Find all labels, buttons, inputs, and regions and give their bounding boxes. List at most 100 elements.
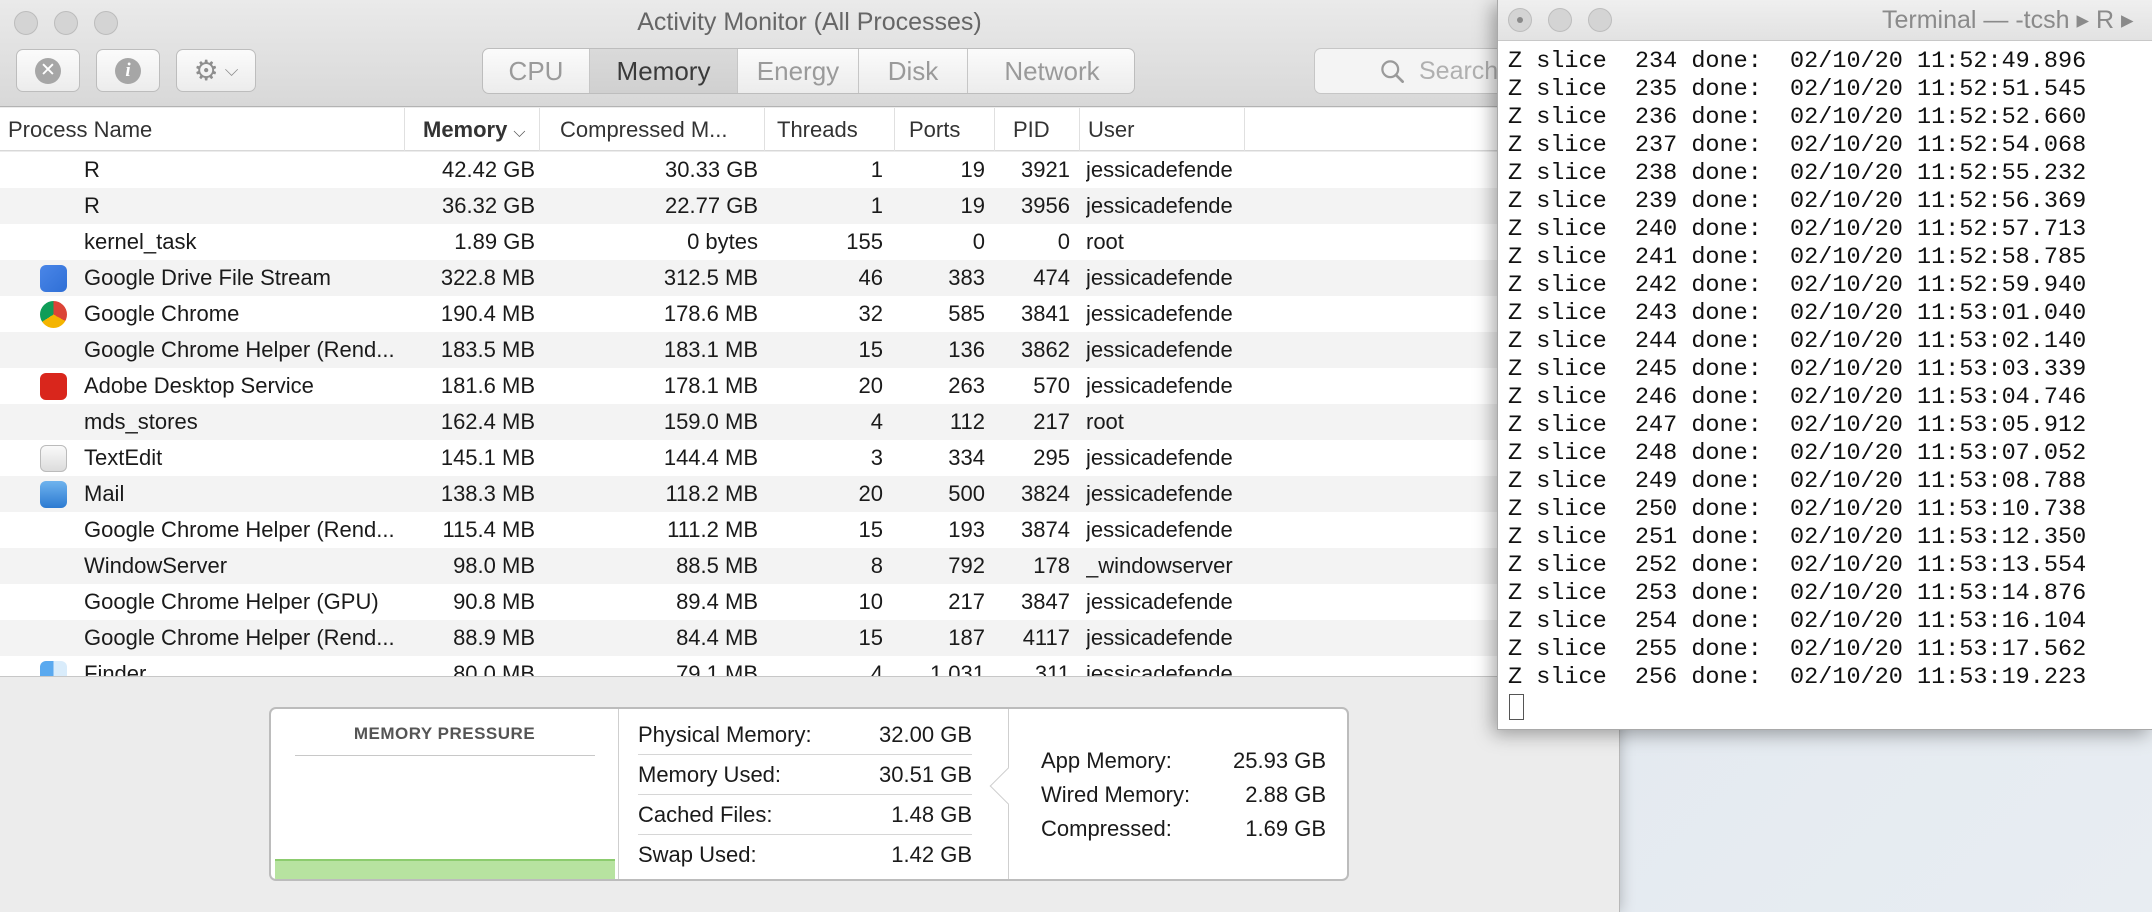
cell-user: jessicadefende [1086,589,1233,614]
adobe-creative-cloud-icon [40,373,67,400]
cell-process-name: Mail [84,481,125,506]
tab-memory[interactable]: Memory [590,49,738,93]
cell-ports: 19 [960,193,985,218]
cell-process-name: TextEdit [84,445,163,470]
cell-compressed-memory: 111.2 MB [667,517,758,542]
stat-memory-used: Memory Used: 30.51 GB [638,755,972,795]
tab-energy[interactable]: Energy [738,49,859,93]
column-header-memory[interactable]: Memory ⌵ [405,108,540,151]
stat-app-memory: App Memory: 25.93 GB [1041,748,1326,773]
column-header-ports[interactable]: Ports [895,108,995,151]
table-row[interactable]: WindowServer 98.0 MB 88.5 MB 8 792 178 _window… [0,548,1619,584]
cell-memory: 162.4 MB [440,409,535,434]
column-header-threads[interactable]: Threads [765,108,895,151]
cell-pid: 4117 [1022,625,1070,650]
cell-process-name: Finder [84,661,147,676]
table-row[interactable]: Google Chrome Helper (Rend... 183.5 MB 183… [0,332,1619,368]
cell-process-name: R [84,157,100,182]
process-table: R 42.42 GB 30.33 GB 1 19 3921 jessicadefende R 3… [0,152,1619,676]
cell-ports: 217 [948,589,985,614]
inspect-process-button[interactable]: i [96,49,160,92]
terminal-line: Z slice 239 done: 02/10/20 11:52:56.369 [1508,188,2087,215]
action-menu-button[interactable]: ⚙ ⌵ [176,49,256,92]
cell-ports: 500 [948,481,985,506]
cell-user: _windowserver [1086,553,1233,578]
textedit-icon [40,445,67,472]
table-row[interactable]: R 36.32 GB 22.77 GB 1 19 3956 jessicadefende [0,188,1619,224]
table-row[interactable]: Finder 80.0 MB 79.1 MB 4 1,031 311 jessicadefe… [0,656,1619,676]
cell-compressed-memory: 22.77 GB [665,193,758,218]
cell-compressed-memory: 183.1 MB [663,337,758,362]
table-row[interactable]: Google Chrome Helper (Rend... 88.9 MB 84.4… [0,620,1619,656]
table-row[interactable]: Google Chrome Helper (Rend... 115.4 MB 111… [0,512,1619,548]
cell-process-name: Google Drive File Stream [84,265,331,290]
cell-pid: 0 [1057,229,1070,254]
cell-pid: 3862 [1021,337,1070,362]
terminal-line: Z slice 236 done: 02/10/20 11:52:52.660 [1508,104,2087,131]
cell-pid: 3921 [1021,157,1070,182]
cell-ports: 136 [948,337,985,362]
stop-process-button[interactable]: ✕ [16,49,80,92]
terminal-line: Z slice 251 done: 02/10/20 11:53:12.350 [1508,524,2087,551]
column-header-user[interactable]: User [1080,108,1245,151]
cell-user: jessicadefende [1086,373,1233,398]
terminal-minimize-button[interactable] [1548,8,1572,32]
table-row[interactable]: kernel_task 1.89 GB 0 bytes 155 0 0 root [0,224,1619,260]
terminal-zoom-button[interactable] [1588,8,1612,32]
terminal-line: Z slice 237 done: 02/10/20 11:52:54.068 [1508,132,2087,159]
cell-user: jessicadefende [1086,481,1233,506]
cell-user: jessicadefende [1086,301,1233,326]
cell-threads: 4 [870,661,883,676]
table-row[interactable]: Google Chrome 190.4 MB 178.6 MB 32 585 3841 je… [0,296,1619,332]
cell-ports: 112 [949,409,985,434]
info-icon: i [115,57,141,84]
stop-process-icon: ✕ [35,57,61,84]
terminal-line: Z slice 252 done: 02/10/20 11:53:13.554 [1508,552,2087,579]
terminal-output[interactable]: Z slice 234 done: 02/10/20 11:52:49.896 Z… [1508,48,2148,692]
cell-threads: 1 [870,157,883,182]
table-row[interactable]: Mail 138.3 MB 118.2 MB 20 500 3824 jessicadefe… [0,476,1619,512]
cell-ports: 1,031 [929,661,985,676]
cell-user: jessicadefende [1086,337,1233,362]
table-row[interactable]: Adobe Desktop Service 181.6 MB 178.1 MB 20 2… [0,368,1619,404]
cell-compressed-memory: 89.4 MB [676,589,758,614]
column-header-pid[interactable]: PID [995,108,1080,151]
cell-threads: 8 [870,553,883,578]
cell-user: jessicadefende [1086,517,1233,542]
cell-compressed-memory: 178.1 MB [663,373,758,398]
cell-process-name: Google Chrome Helper (Rend... [84,517,395,542]
cell-process-name: kernel_task [84,229,197,254]
table-row[interactable]: R 42.42 GB 30.33 GB 1 19 3921 jessicadefende [0,152,1619,188]
terminal-line: Z slice 234 done: 02/10/20 11:52:49.896 [1508,48,2087,75]
memory-breakdown: App Memory: 25.93 GB Wired Memory: 2.88 GB… [989,709,1347,879]
cell-process-name: Google Chrome [84,301,240,326]
cell-ports: 19 [960,157,985,182]
view-tabs: CPU Memory Energy Disk Network [482,48,1135,94]
cell-ports: 0 [972,229,985,254]
tab-disk[interactable]: Disk [859,49,968,93]
column-header-compressed-memory[interactable]: Compressed M... [540,108,765,151]
table-row[interactable]: mds_stores 162.4 MB 159.0 MB 4 112 217 root [0,404,1619,440]
cell-memory: 322.8 MB [440,265,535,290]
cell-user: root [1086,409,1124,434]
cell-memory: 36.32 GB [442,193,535,218]
tab-cpu[interactable]: CPU [483,49,590,93]
terminal-line: Z slice 249 done: 02/10/20 11:53:08.788 [1508,468,2087,495]
cell-compressed-memory: 178.6 MB [663,301,758,326]
cell-ports: 383 [948,265,985,290]
cell-pid: 474 [1033,265,1070,290]
terminal-close-button[interactable] [1508,8,1532,32]
terminal-window: Terminal — -tcsh ▸ R ▸ Z slice 234 done:… [1497,0,2152,730]
cell-user: jessicadefende [1086,625,1233,650]
tab-network[interactable]: Network [968,49,1134,93]
terminal-line: Z slice 244 done: 02/10/20 11:53:02.140 [1508,328,2087,355]
cell-threads: 4 [870,409,883,434]
table-row[interactable]: Google Drive File Stream 322.8 MB 312.5 MB… [0,260,1619,296]
table-row[interactable]: TextEdit 145.1 MB 144.4 MB 3 334 295 jessicade… [0,440,1619,476]
cell-compressed-memory: 159.0 MB [663,409,758,434]
column-header-process-name[interactable]: Process Name [0,108,405,151]
cell-pid: 3824 [1021,481,1070,506]
stat-cached-files: Cached Files: 1.48 GB [638,795,972,835]
memory-pressure-title: MEMORY PRESSURE [353,724,536,743]
table-row[interactable]: Google Chrome Helper (GPU) 90.8 MB 89.4 MB… [0,584,1619,620]
